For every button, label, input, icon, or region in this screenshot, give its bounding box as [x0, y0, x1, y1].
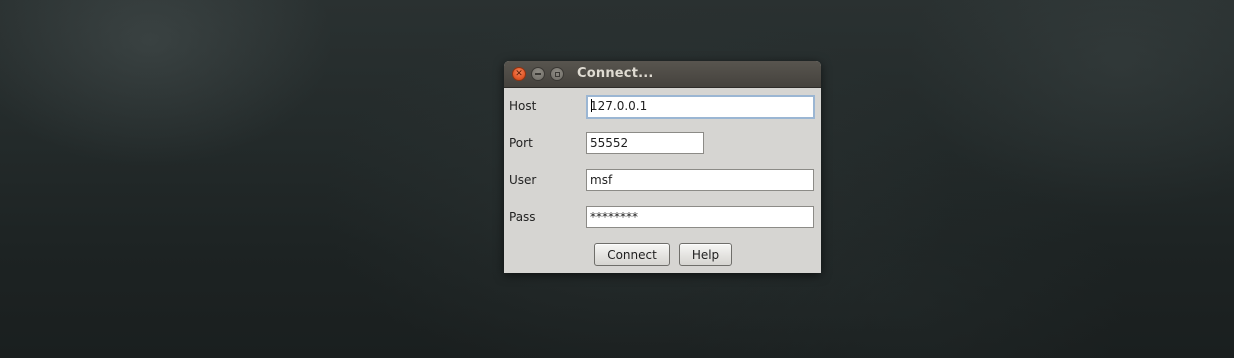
pass-value: ******** — [590, 210, 638, 224]
port-field[interactable]: 55552 — [586, 132, 704, 154]
pass-label: Pass — [509, 210, 536, 224]
user-field[interactable]: msf — [586, 169, 814, 191]
title-bar[interactable]: ✕ Connect... — [504, 61, 821, 88]
help-button[interactable]: Help — [679, 243, 732, 266]
minimize-icon[interactable] — [531, 67, 545, 81]
port-label: Port — [509, 136, 533, 150]
host-field[interactable]: 127.0.0.1 — [586, 95, 815, 119]
maximize-icon[interactable] — [550, 67, 564, 81]
port-value: 55552 — [590, 136, 629, 150]
host-value-rest: 27.0.0.1 — [597, 99, 648, 113]
user-label: User — [509, 173, 537, 187]
dialog-title: Connect... — [577, 66, 654, 81]
user-value: msf — [590, 173, 613, 187]
text-caret — [590, 99, 592, 112]
close-icon[interactable]: ✕ — [512, 67, 526, 81]
connect-button[interactable]: Connect — [594, 243, 670, 266]
password-field[interactable]: ******** — [586, 206, 814, 228]
connect-dialog: ✕ Connect... Host 127.0.0.1 Port 55552 U… — [504, 61, 821, 273]
host-label: Host — [509, 99, 537, 113]
